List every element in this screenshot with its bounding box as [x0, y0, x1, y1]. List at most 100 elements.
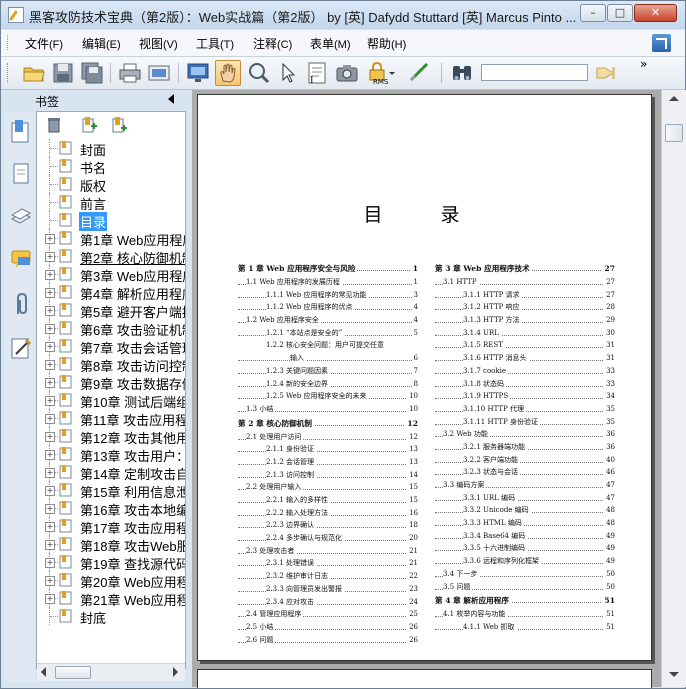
add-bookmark-icon[interactable] [81, 117, 97, 133]
document-view[interactable]: 目 录 第 1 章 Web 应用程序安全与风险 1 1.1 Web 应用程序的发展历… [192, 90, 661, 688]
menu-annotate[interactable]: 注释(C) [253, 35, 292, 52]
bookmark-item[interactable]: + 第10章 测试后端组 [37, 391, 185, 410]
bookmark-item[interactable]: + 第3章 Web应用程序 [37, 265, 185, 284]
maximize-button[interactable]: □ [607, 4, 633, 22]
toc-entry: 第 2 章 核心防御机制 12 [238, 415, 418, 431]
bookmark-item[interactable]: 版权 [37, 175, 185, 194]
pages-tab-icon[interactable] [10, 162, 32, 186]
expand-toggle-icon[interactable]: + [45, 234, 55, 244]
menu-file[interactable]: 文件(F) [25, 35, 63, 52]
find-input[interactable] [481, 64, 588, 81]
bookmark-item[interactable]: 封面 [37, 139, 185, 158]
expand-toggle-icon[interactable]: + [45, 324, 55, 334]
toc-entry-page: 48 [604, 504, 615, 518]
bookmark-item[interactable]: + 第14章 定制攻击自 [37, 463, 185, 482]
add-child-bookmark-icon[interactable] [111, 117, 127, 133]
bookmark-item[interactable]: + 第1章 Web应用程序 [37, 229, 185, 248]
bookmark-item[interactable]: + 第16章 攻击本地编 [37, 499, 185, 518]
hand-tool-icon[interactable] [215, 60, 241, 86]
menu-view[interactable]: 视图(V) [139, 35, 178, 52]
bookmark-item[interactable]: + 第2章 核心防御机制 [37, 247, 185, 266]
bookmark-item[interactable]: + 第7章 攻击会话管理 [37, 337, 185, 356]
expand-toggle-icon[interactable]: + [45, 558, 55, 568]
expand-toggle-icon[interactable]: + [45, 252, 55, 262]
menu-forms[interactable]: 表单(M) [310, 35, 351, 52]
bookmark-item[interactable]: + 第6章 攻击验证机制 [37, 319, 185, 338]
layers-tab-icon[interactable] [10, 205, 32, 229]
bookmark-item[interactable]: 书名 [37, 157, 185, 176]
expand-toggle-icon[interactable]: + [45, 360, 55, 370]
bookmark-label[interactable]: 封底 [79, 608, 107, 627]
expand-toggle-icon[interactable]: + [45, 288, 55, 298]
expand-toggle-icon[interactable]: + [45, 576, 55, 586]
expand-toggle-icon[interactable]: + [45, 270, 55, 280]
menu-grip[interactable] [7, 35, 11, 50]
expand-toggle-icon[interactable]: + [45, 450, 55, 460]
expand-icon[interactable] [652, 34, 671, 52]
bookmark-hscrollbar[interactable] [37, 663, 185, 681]
toolbar-overflow-button[interactable]: » [640, 57, 647, 71]
bookmark-item[interactable]: + 第15章 利用信息泄 [37, 481, 185, 500]
menu-edit[interactable]: 编辑(E) [82, 35, 121, 52]
bookmark-item[interactable]: + 第17章 攻击应用程 [37, 517, 185, 536]
comments-tab-icon[interactable] [10, 248, 32, 272]
hscroll-thumb[interactable] [55, 666, 91, 679]
bookmark-item[interactable]: 前言 [37, 193, 185, 212]
bookmark-item[interactable]: + 第5章 避开客户端控 [37, 301, 185, 320]
expand-toggle-icon[interactable]: + [45, 504, 55, 514]
bookmark-item[interactable]: 封底 [37, 607, 185, 627]
expand-toggle-icon[interactable]: + [45, 594, 55, 604]
find-binoculars-icon[interactable] [449, 60, 475, 86]
save-all-icon[interactable] [79, 60, 105, 86]
menu-help[interactable]: 帮助(H) [367, 35, 406, 52]
expand-toggle-icon[interactable]: + [45, 540, 55, 550]
snapshot-icon[interactable] [334, 60, 360, 86]
signatures-tab-icon[interactable] [10, 336, 32, 362]
text-select-icon[interactable]: I [304, 60, 330, 86]
delete-bookmark-icon[interactable] [46, 117, 62, 133]
bookmark-item[interactable]: + 第12章 攻击其他用 [37, 427, 185, 446]
vscroll-thumb[interactable] [665, 124, 683, 142]
attachments-tab-icon[interactable] [10, 292, 32, 318]
collapse-sidebar-icon[interactable] [168, 94, 174, 104]
bookmark-item[interactable]: + 第11章 攻击应用程 [37, 409, 185, 428]
close-button[interactable]: ✕ [634, 4, 677, 22]
bookmark-item[interactable]: + 第9章 攻击数据存储 [37, 373, 185, 392]
expand-toggle-icon[interactable]: + [45, 468, 55, 478]
bookmark-item[interactable]: + 第4章 解析应用程序 [37, 283, 185, 302]
bookmark-item[interactable]: + 第18章 攻击Web服 [37, 535, 185, 554]
scroll-right-icon[interactable] [173, 667, 178, 677]
bookmark-item[interactable]: + 第21章 Web应用程 [37, 589, 185, 608]
document-vscrollbar[interactable] [661, 90, 686, 687]
bookmark-item[interactable]: + 第19章 查找源代码 [37, 553, 185, 572]
expand-toggle-icon[interactable]: + [45, 342, 55, 352]
bookmark-item[interactable]: 目录 [37, 211, 185, 231]
expand-toggle-icon[interactable]: + [45, 378, 55, 388]
select-arrow-icon[interactable] [275, 60, 301, 86]
scan-icon[interactable] [146, 60, 172, 86]
expand-toggle-icon[interactable]: + [45, 486, 55, 496]
sign-icon[interactable] [407, 60, 433, 86]
bookmark-item[interactable]: + 第8章 攻击访问控制 [37, 355, 185, 374]
expand-toggle-icon[interactable]: + [45, 432, 55, 442]
scroll-down-icon[interactable] [669, 672, 679, 677]
toolbar-grip[interactable] [7, 63, 11, 83]
find-next-icon[interactable] [593, 60, 619, 86]
zoom-tool-icon[interactable] [246, 60, 272, 86]
fullscreen-icon[interactable] [185, 60, 211, 86]
bookmarks-tab-icon[interactable] [10, 120, 32, 144]
expand-toggle-icon[interactable]: + [45, 414, 55, 424]
minimize-button[interactable]: – [580, 4, 606, 22]
print-icon[interactable] [117, 60, 143, 86]
expand-toggle-icon[interactable]: + [45, 522, 55, 532]
bookmark-item[interactable]: + 第13章 攻击用户： [37, 445, 185, 464]
bookmark-item[interactable]: + 第20章 Web应用程 [37, 571, 185, 590]
save-icon[interactable] [50, 60, 76, 86]
scroll-left-icon[interactable] [41, 667, 46, 677]
scroll-up-icon[interactable] [669, 96, 679, 101]
rms-lock-icon[interactable]: RMS [365, 60, 397, 86]
open-folder-icon[interactable] [21, 60, 47, 86]
menu-tools[interactable]: 工具(T) [196, 35, 234, 52]
expand-toggle-icon[interactable]: + [45, 306, 55, 316]
expand-toggle-icon[interactable]: + [45, 396, 55, 406]
